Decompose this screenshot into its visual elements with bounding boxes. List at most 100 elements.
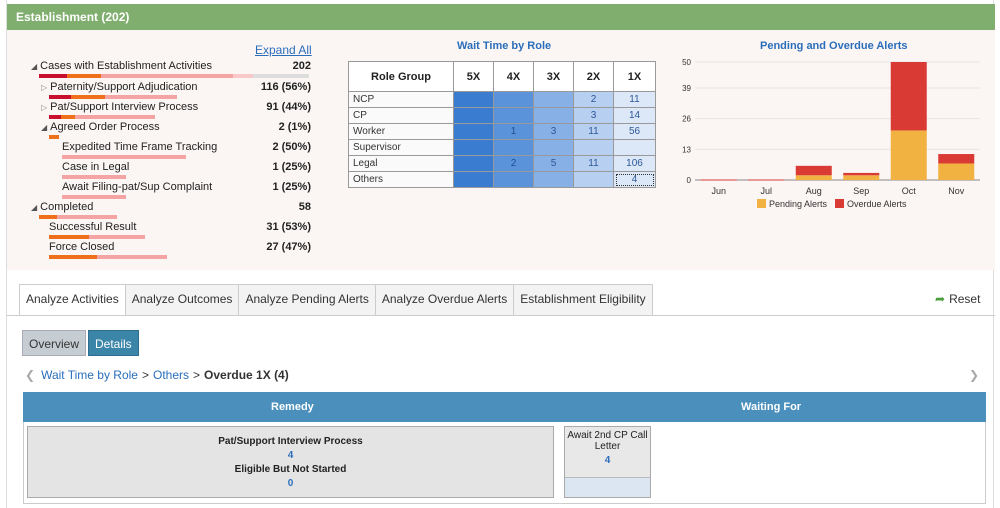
tree-label: Completed: [40, 201, 94, 213]
breadcrumb-item[interactable]: Others: [153, 368, 189, 382]
table-row: Others 4: [348, 171, 656, 188]
wait-time-table: Role Group 5X 4X 3X 2X 1X NCP 2 11 CP 3 …: [348, 61, 656, 188]
role-label: NCP: [348, 91, 454, 108]
collapse-triangle-icon[interactable]: ◢: [31, 203, 37, 212]
breadcrumb-current: Overdue 1X (4): [204, 368, 289, 382]
table-cell[interactable]: 106: [613, 155, 656, 172]
table-cell[interactable]: [453, 91, 494, 108]
table-cell[interactable]: 56: [613, 123, 656, 140]
table-cell[interactable]: [453, 107, 494, 124]
progress-bar: [49, 115, 61, 119]
table-row: Supervisor: [348, 139, 656, 156]
col-header-5x: 5X: [453, 61, 494, 92]
table-cell[interactable]: [533, 107, 574, 124]
tab-analyze-outcomes[interactable]: Analyze Outcomes: [124, 284, 239, 315]
table-cell[interactable]: [533, 171, 574, 188]
tree-value: 27 (47%): [266, 241, 311, 253]
table-cell[interactable]: [453, 171, 494, 188]
role-label: Others: [348, 171, 454, 188]
tree-value: 58: [298, 201, 311, 213]
bar-overdue-alerts: [843, 172, 880, 176]
col-header-4x: 4X: [493, 61, 534, 92]
remedy-count[interactable]: 4: [28, 450, 553, 461]
tab-establishment-eligibility[interactable]: Establishment Eligibility: [513, 284, 653, 315]
table-cell[interactable]: 1: [493, 123, 534, 140]
role-label: Worker: [348, 123, 454, 140]
table-cell[interactable]: [453, 123, 494, 140]
progress-bar: [71, 95, 105, 99]
table-cell[interactable]: [613, 139, 656, 156]
remedy-sub-count[interactable]: 0: [28, 478, 553, 489]
x-tick-label: Sep: [853, 186, 869, 196]
progress-bar: [62, 155, 186, 159]
table-row: NCP 2 11: [348, 91, 656, 108]
wait-time-title: Wait Time by Role: [457, 40, 552, 52]
table-cell-selected[interactable]: 4: [613, 171, 656, 188]
legend-label: Overdue Alerts: [847, 199, 907, 209]
table-cell[interactable]: 2: [493, 155, 534, 172]
table-cell[interactable]: [573, 171, 614, 188]
table-cell[interactable]: 14: [613, 107, 656, 124]
table-cell[interactable]: [533, 139, 574, 156]
remedy-card[interactable]: Pat/Support Interview Process 4 Eligible…: [27, 426, 554, 498]
waiting-card[interactable]: Await 2nd CP Call Letter 4: [564, 426, 651, 498]
reset-button[interactable]: ➦ Reset: [935, 292, 980, 306]
tree-value: 91 (44%): [266, 101, 311, 113]
table-row: Legal 2 5 11 106: [348, 155, 656, 172]
y-tick-label: 26: [682, 115, 691, 124]
bar-pending-alerts: [938, 163, 975, 180]
details-button[interactable]: Details: [88, 330, 139, 356]
tab-analyze-overdue-alerts[interactable]: Analyze Overdue Alerts: [374, 284, 514, 315]
waiting-label: Await 2nd CP Call Letter: [567, 430, 648, 452]
progress-bar: [49, 235, 89, 239]
remedy-subtitle: Eligible But Not Started: [234, 464, 347, 475]
table-cell[interactable]: [493, 107, 534, 124]
collapse-triangle-icon[interactable]: ◢: [41, 123, 47, 132]
progress-bar: [101, 74, 233, 78]
chevron-right-icon[interactable]: ❯: [969, 368, 979, 382]
table-cell[interactable]: [493, 139, 534, 156]
breadcrumb-item[interactable]: Wait Time by Role: [41, 368, 138, 382]
overview-button[interactable]: Overview: [22, 330, 87, 356]
legend-label: Pending Alerts: [769, 199, 828, 209]
expand-triangle-icon[interactable]: ▷: [41, 83, 47, 92]
page: Establishment (202) Expand All ◢ Cases wi…: [6, 0, 995, 508]
waiting-card-top: Await 2nd CP Call Letter 4: [565, 427, 650, 478]
breadcrumb-separator: >: [193, 368, 201, 382]
progress-bar: [49, 255, 97, 259]
legend-swatch: [835, 199, 844, 208]
table-cell[interactable]: [493, 91, 534, 108]
collapse-triangle-icon[interactable]: ◢: [31, 62, 37, 71]
table-cell[interactable]: 11: [573, 123, 614, 140]
chevron-left-icon[interactable]: ❮: [25, 368, 35, 382]
y-tick-label: 39: [682, 84, 691, 93]
tree-label: Cases with Establishment Activities: [40, 60, 212, 72]
reset-label: Reset: [949, 292, 981, 306]
waiting-count[interactable]: 4: [565, 455, 650, 466]
tree-value: 1 (25%): [272, 161, 311, 173]
table-header-row: Role Group 5X 4X 3X 2X 1X: [348, 61, 656, 92]
table-cell[interactable]: [573, 139, 614, 156]
table-cell[interactable]: [453, 139, 494, 156]
table-cell[interactable]: [453, 155, 494, 172]
table-cell[interactable]: [533, 91, 574, 108]
table-cell[interactable]: 5: [533, 155, 574, 172]
progress-bar: [97, 255, 167, 259]
bar-overdue-alerts: [938, 154, 975, 164]
col-header-3x: 3X: [533, 61, 574, 92]
tab-analyze-pending-alerts[interactable]: Analyze Pending Alerts: [238, 284, 375, 315]
table-cell[interactable]: 3: [533, 123, 574, 140]
tab-analyze-activities[interactable]: Analyze Activities: [19, 284, 125, 316]
tab-divider: [7, 315, 995, 316]
expand-triangle-icon[interactable]: ▷: [41, 103, 47, 112]
table-cell[interactable]: 11: [613, 91, 656, 108]
table-cell[interactable]: 11: [573, 155, 614, 172]
table-cell[interactable]: [493, 171, 534, 188]
tab-bar: Analyze Activities Analyze Outcomes Anal…: [19, 284, 653, 316]
table-cell[interactable]: 2: [573, 91, 614, 108]
remedy-title: Pat/Support Interview Process: [218, 436, 363, 447]
x-tick-label: Oct: [902, 186, 917, 196]
expand-all-link[interactable]: Expand All: [255, 43, 312, 57]
table-cell[interactable]: 3: [573, 107, 614, 124]
progress-bar: [105, 95, 177, 99]
